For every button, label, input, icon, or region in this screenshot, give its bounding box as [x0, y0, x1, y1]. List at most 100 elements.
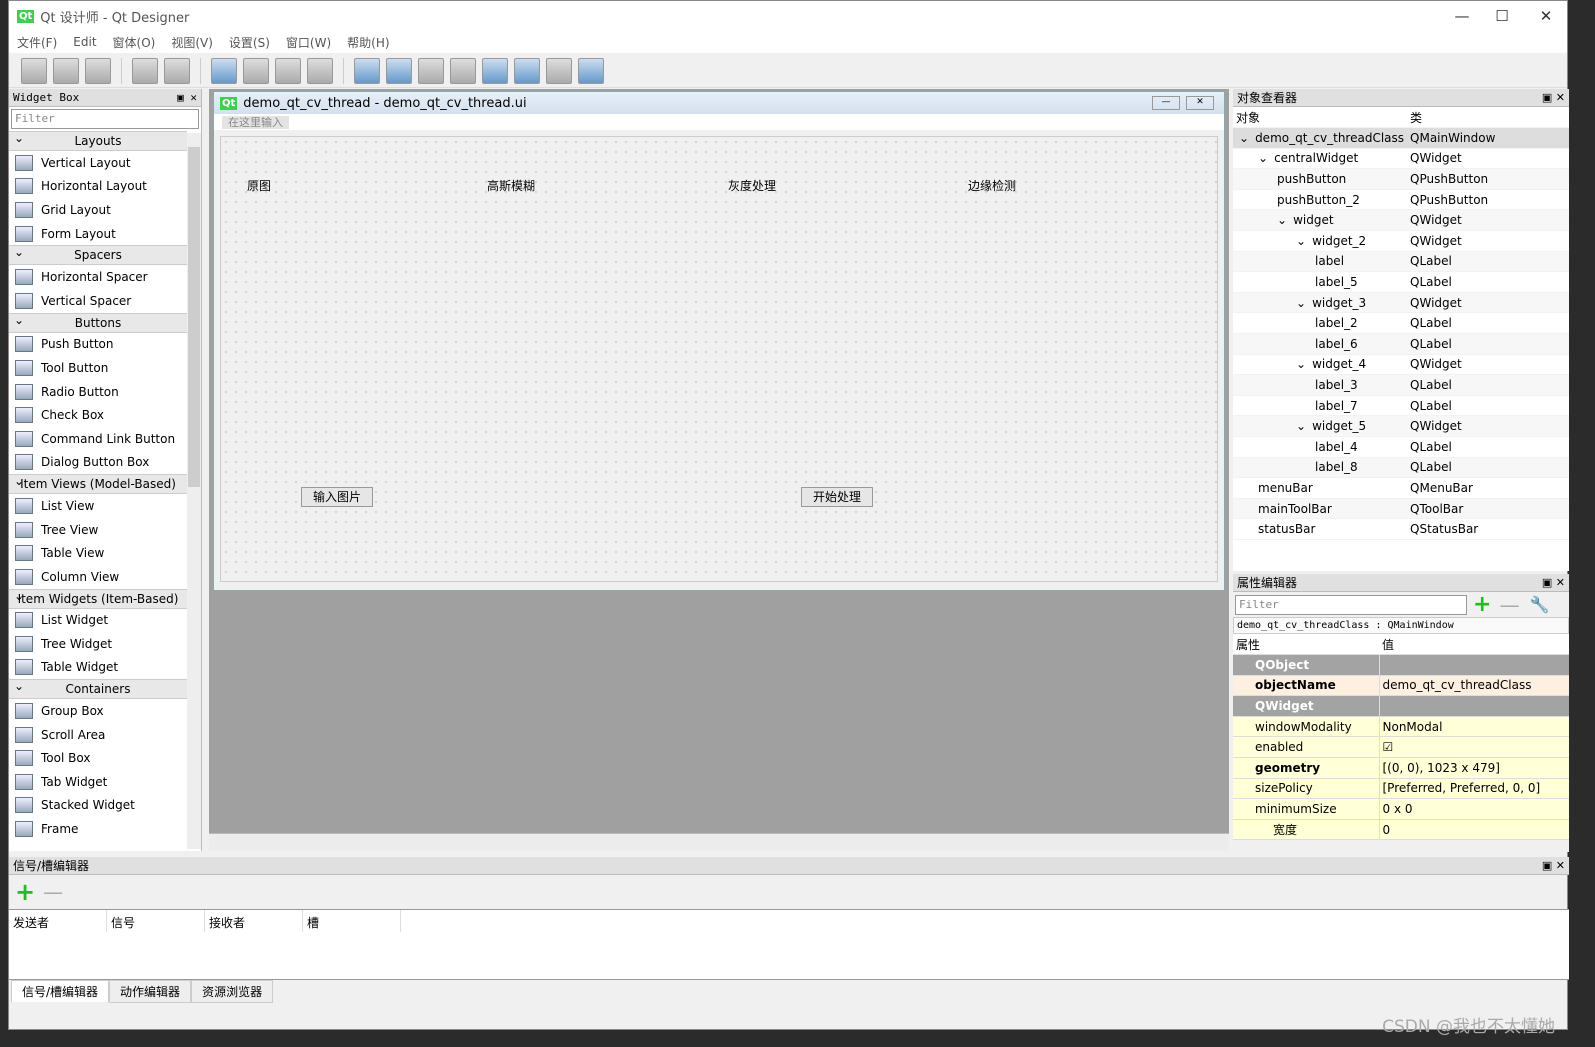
add-dynamic-property-icon[interactable]: + — [1473, 592, 1491, 617]
menu-item[interactable]: 帮助(H) — [347, 34, 389, 51]
new-file-icon[interactable] — [21, 57, 47, 84]
object-tree-row[interactable]: label_7 QLabel — [1233, 395, 1569, 417]
property-value[interactable]: demo_qt_cv_threadClass — [1378, 675, 1569, 697]
expand-chevron-icon[interactable]: ⌄ — [1296, 357, 1306, 371]
widget-category[interactable]: Layouts — [9, 131, 187, 151]
object-tree-row[interactable]: label_4 QLabel — [1233, 436, 1569, 458]
push-button-input-image[interactable]: 输入图片 — [301, 487, 373, 507]
menu-item[interactable]: 窗体(O) — [113, 34, 156, 51]
object-tree-row[interactable]: label_5 QLabel — [1233, 271, 1569, 293]
object-tree-row[interactable]: mainToolBar QToolBar — [1233, 498, 1569, 520]
widget-box-item[interactable]: Vertical Spacer — [9, 288, 187, 313]
property-row[interactable]: QObject — [1233, 654, 1569, 676]
menu-item[interactable]: 视图(V) — [171, 34, 213, 51]
property-value[interactable]: [Preferred, Preferred, 0, 0] — [1378, 778, 1569, 800]
expand-chevron-icon[interactable]: ⌄ — [1296, 419, 1306, 433]
break-layout-icon[interactable] — [546, 57, 572, 84]
edit-signals-slots-icon[interactable] — [243, 57, 269, 84]
minimize-button[interactable]: — — [1447, 7, 1477, 25]
widget-box-item[interactable]: Push Button — [9, 332, 187, 357]
object-tree-row[interactable]: label_3 QLabel — [1233, 374, 1569, 396]
connection-column-header[interactable]: 接收者 — [205, 910, 303, 932]
widget-box-item[interactable]: Table Widget — [9, 655, 187, 680]
form-minimize-button[interactable]: — — [1152, 96, 1180, 110]
property-row[interactable]: sizePolicy [Preferred, Preferred, 0, 0] — [1233, 778, 1569, 800]
widget-box-item[interactable]: Dialog Button Box — [9, 450, 187, 475]
widget-box-item[interactable]: Table View — [9, 541, 187, 565]
push-button-start[interactable]: 开始处理 — [801, 487, 873, 507]
adjust-size-icon[interactable] — [578, 57, 604, 84]
object-tree-row[interactable]: ⌄ widget QWidget — [1233, 209, 1569, 232]
dock-float-close-icons[interactable]: ▣ ✕ — [1542, 859, 1569, 872]
expand-chevron-icon[interactable]: ⌄ — [1277, 213, 1287, 227]
dock-float-close-icons[interactable]: ▣ ✕ — [177, 91, 201, 104]
widget-box-item[interactable]: Stacked Widget — [9, 793, 187, 818]
widget-box-item[interactable]: List Widget — [9, 608, 187, 633]
property-value[interactable]: [(0, 0), 1023 x 479] — [1378, 757, 1569, 779]
widget-box-item[interactable]: Tool Box — [9, 746, 187, 771]
label-original[interactable]: 原图 — [247, 177, 271, 194]
widget-box-item[interactable]: Column View — [9, 564, 187, 589]
object-tree-row[interactable]: label_2 QLabel — [1233, 312, 1569, 335]
widget-box-item[interactable]: Radio Button — [9, 379, 187, 404]
expand-chevron-icon[interactable]: ⌄ — [1239, 131, 1249, 145]
object-tree-row[interactable]: ⌄ widget_5 QWidget — [1233, 415, 1569, 437]
object-tree-row[interactable]: label_6 QLabel — [1233, 333, 1569, 355]
edit-buddies-icon[interactable] — [275, 57, 301, 84]
expand-chevron-icon[interactable]: ⌄ — [1296, 234, 1306, 248]
menu-item[interactable]: 窗口(W) — [286, 34, 331, 51]
form-canvas[interactable]: 原图 高斯模糊 灰度处理 边缘检测 输入图片 开始处理 — [220, 136, 1218, 582]
property-row[interactable]: objectName demo_qt_cv_threadClass — [1233, 675, 1569, 697]
configure-wrench-icon[interactable]: 🔧 — [1529, 595, 1549, 614]
bottom-tab[interactable]: 动作编辑器 — [109, 980, 192, 1003]
send-to-back-icon[interactable] — [132, 57, 158, 84]
bring-to-front-icon[interactable] — [164, 57, 190, 84]
layout-grid-icon[interactable] — [482, 57, 508, 84]
widget-box-item[interactable]: Check Box — [9, 403, 187, 427]
object-tree-row[interactable]: menuBar QMenuBar — [1233, 477, 1569, 499]
connection-column-header[interactable]: 发送者 — [9, 910, 107, 932]
widget-category[interactable]: Item Views (Model-Based) — [9, 472, 187, 495]
property-row[interactable]: windowModality NonModal — [1233, 716, 1569, 738]
object-tree-row[interactable]: label QLabel — [1233, 251, 1569, 273]
remove-connection-icon[interactable]: — — [43, 880, 63, 904]
object-tree-row[interactable]: pushButton_2 QPushButton — [1233, 189, 1569, 211]
widget-category[interactable]: Item Widgets (Item-Based) — [9, 587, 187, 609]
expand-chevron-icon[interactable]: ⌄ — [1258, 151, 1268, 165]
widget-category[interactable]: Spacers — [9, 243, 187, 266]
widget-box-item[interactable]: Scroll Area — [9, 722, 187, 747]
edit-widgets-icon[interactable] — [211, 57, 237, 84]
property-filter-input[interactable]: Filter — [1235, 594, 1467, 615]
dock-float-close-icons[interactable]: ▣ ✕ — [1542, 91, 1569, 104]
widget-box-item[interactable]: Tree Widget — [9, 632, 187, 656]
label-grayscale[interactable]: 灰度处理 — [728, 177, 776, 194]
property-row[interactable]: 宽度 0 — [1233, 819, 1569, 841]
widget-box-item[interactable]: List View — [9, 494, 187, 518]
object-tree-row[interactable]: ⌄ widget_3 QWidget — [1233, 292, 1569, 314]
property-value[interactable]: ☑ — [1378, 736, 1569, 759]
form-close-button[interactable]: ✕ — [1186, 96, 1214, 110]
bottom-tab[interactable]: 信号/槽编辑器 — [11, 980, 110, 1002]
property-row[interactable]: QWidget — [1233, 695, 1569, 717]
widget-category[interactable]: Containers — [9, 677, 187, 700]
widget-box-item[interactable]: Command Link Button — [9, 426, 187, 451]
property-row[interactable]: geometry [(0, 0), 1023 x 479] — [1233, 757, 1569, 779]
property-row[interactable]: minimumSize 0 x 0 — [1233, 798, 1569, 820]
layout-form-icon[interactable] — [514, 57, 540, 84]
menu-item[interactable]: 设置(S) — [229, 34, 270, 51]
widget-box-item[interactable]: Tool Button — [9, 356, 187, 380]
bottom-tab[interactable]: 资源浏览器 — [191, 980, 274, 1003]
widget-box-item[interactable]: Grid Layout — [9, 198, 187, 222]
object-tree-row[interactable]: label_8 QLabel — [1233, 457, 1569, 479]
widget-box-item[interactable]: Frame — [9, 817, 187, 841]
object-tree-row[interactable]: statusBar QStatusBar — [1233, 518, 1569, 540]
widget-box-item[interactable]: Horizontal Layout — [9, 174, 187, 199]
widget-box-item[interactable]: Vertical Layout — [9, 151, 187, 175]
dock-float-close-icons[interactable]: ▣ ✕ — [1542, 576, 1569, 589]
property-value[interactable] — [1378, 695, 1569, 717]
layout-horizontal-icon[interactable] — [354, 57, 380, 84]
label-gaussian-blur[interactable]: 高斯模糊 — [487, 177, 535, 194]
remove-property-icon[interactable]: — — [1499, 593, 1519, 617]
layout-horizontal-splitter-icon[interactable] — [418, 57, 444, 84]
layout-vertical-splitter-icon[interactable] — [450, 57, 476, 84]
